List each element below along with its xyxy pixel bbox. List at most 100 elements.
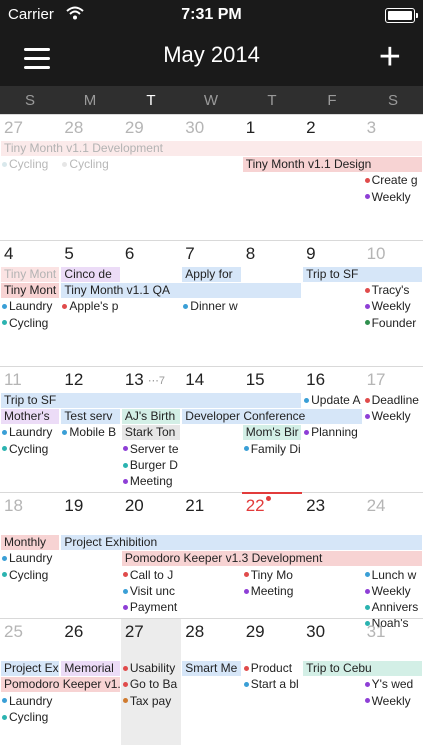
timed-event[interactable]: Weekly <box>363 584 422 599</box>
day-number[interactable]: 21 <box>185 496 204 516</box>
timed-event[interactable]: Product <box>242 661 301 676</box>
timed-event[interactable]: Cycling <box>0 710 59 725</box>
day-number[interactable]: 30 <box>185 118 204 138</box>
timed-event[interactable]: Laundry <box>0 551 59 566</box>
timed-event[interactable]: Server te <box>121 442 180 457</box>
event-bar[interactable]: Tiny Month v1.1 QA <box>61 283 302 299</box>
timed-event[interactable]: Cycling <box>0 157 59 172</box>
timed-event[interactable]: Deadline <box>363 393 422 408</box>
timed-event[interactable]: Founder <box>363 316 422 331</box>
day-number[interactable]: 4 <box>4 244 13 264</box>
event-bar[interactable]: Developer Conference <box>182 409 362 425</box>
day-number[interactable]: 11 <box>4 370 22 390</box>
day-number[interactable]: 13 <box>125 370 144 390</box>
timed-event[interactable]: Laundry <box>0 694 59 709</box>
event-bar[interactable]: Tiny Month v1.1 Development <box>1 141 422 156</box>
timed-event[interactable]: Update A <box>302 393 361 408</box>
timed-event[interactable]: Weekly <box>363 299 422 314</box>
timed-event[interactable]: Create g <box>363 173 422 188</box>
timed-event[interactable]: Planning <box>302 425 361 440</box>
day-number[interactable]: 29 <box>125 118 144 138</box>
timed-event[interactable]: Meeting <box>242 584 301 599</box>
timed-event[interactable]: Weekly <box>363 409 422 424</box>
timed-event[interactable]: Annivers <box>363 600 422 615</box>
event-bar[interactable]: Smart Me <box>182 661 241 677</box>
day-number[interactable]: 28 <box>64 118 83 138</box>
event-bar[interactable]: Monthly <box>1 535 60 551</box>
timed-event[interactable]: Laundry <box>0 425 59 440</box>
day-number[interactable]: 30 <box>306 622 325 642</box>
timed-event[interactable]: Go to Ba <box>121 677 180 692</box>
timed-event[interactable]: Tiny Mo <box>242 568 301 583</box>
day-number[interactable]: 9 <box>306 244 315 264</box>
event-bar[interactable]: Test serv <box>61 409 120 425</box>
day-number[interactable]: 25 <box>4 622 23 642</box>
day-number[interactable]: 18 <box>4 496 23 516</box>
month-title[interactable]: May 2014 <box>0 42 423 68</box>
timed-event[interactable]: Start a bl <box>242 677 301 692</box>
day-number[interactable]: 5 <box>64 244 73 264</box>
timed-event[interactable]: Payment <box>121 600 180 615</box>
timed-event[interactable]: Apple's p <box>60 299 119 314</box>
event-bar[interactable]: Apply for <box>182 267 241 282</box>
event-bar[interactable]: Mom's Bir <box>242 425 302 441</box>
timed-event[interactable]: Weekly <box>363 190 422 205</box>
timed-event[interactable]: Lunch w <box>363 568 422 583</box>
more-events-indicator[interactable]: ⋯7 <box>148 374 165 387</box>
event-bar[interactable]: Pomodoro Keeper v1. <box>1 677 120 693</box>
event-bar[interactable]: Trip to Cebu <box>303 661 422 677</box>
timed-event[interactable]: Cycling <box>0 568 59 583</box>
timed-event[interactable]: Visit unc <box>121 584 180 599</box>
event-bar[interactable]: Stark Ton <box>121 425 181 441</box>
day-number[interactable]: 27 <box>4 118 23 138</box>
day-number[interactable]: 2 <box>306 118 315 138</box>
timed-event[interactable]: Y's wed <box>363 677 422 692</box>
timed-event[interactable]: Family Di <box>242 442 301 457</box>
timed-event[interactable]: Call to J <box>121 568 180 583</box>
day-number[interactable]: 3 <box>367 118 376 138</box>
day-number[interactable]: 7 <box>185 244 194 264</box>
day-number[interactable]: 14 <box>185 370 204 390</box>
day-number[interactable]: 1 <box>246 118 255 138</box>
day-number[interactable]: 31 <box>367 622 386 642</box>
day-number[interactable]: 16 <box>306 370 325 390</box>
day-number[interactable]: 17 <box>367 370 386 390</box>
event-bar[interactable]: Trip to SF <box>1 393 302 408</box>
timed-event[interactable]: Cycling <box>0 316 59 331</box>
day-number[interactable]: 20 <box>125 496 144 516</box>
timed-event[interactable]: Usability <box>121 661 180 676</box>
timed-event[interactable]: Cycling <box>0 442 59 457</box>
event-bar[interactable]: Tiny Mont <box>1 267 60 282</box>
timed-event[interactable]: Weekly <box>363 694 422 709</box>
day-number[interactable]: 22 <box>246 496 265 516</box>
timed-event[interactable]: Meeting <box>121 474 180 489</box>
event-bar[interactable]: Mother's <box>1 409 60 425</box>
day-number[interactable]: 24 <box>367 496 386 516</box>
day-number[interactable]: 12 <box>64 370 83 390</box>
timed-event[interactable]: Mobile B <box>60 425 119 440</box>
day-number[interactable]: 10 <box>367 244 386 264</box>
event-bar[interactable]: Project Exhibition <box>61 535 422 551</box>
day-number[interactable]: 26 <box>64 622 83 642</box>
event-bar[interactable]: Cinco de <box>61 267 120 282</box>
event-bar[interactable]: Tiny Month v1.1 Design <box>242 157 422 173</box>
timed-event[interactable]: Burger D <box>121 458 180 473</box>
day-number[interactable]: 28 <box>185 622 204 642</box>
event-bar[interactable]: Trip to SF <box>303 267 422 282</box>
day-number[interactable]: 6 <box>125 244 134 264</box>
day-number[interactable]: 19 <box>64 496 83 516</box>
timed-event[interactable]: Tracy's <box>363 283 422 298</box>
timed-event[interactable]: Laundry <box>0 299 59 314</box>
timed-event[interactable]: Dinner w <box>181 299 240 314</box>
day-number[interactable]: 8 <box>246 244 255 264</box>
event-bar[interactable]: AJ's Birth <box>121 409 181 425</box>
event-bar[interactable]: Memorial <box>61 661 120 677</box>
event-bar[interactable]: Tiny Mont <box>1 283 60 299</box>
timed-event[interactable]: Cycling <box>60 157 119 172</box>
day-number[interactable]: 15 <box>246 370 265 390</box>
plus-icon[interactable]: + <box>379 38 401 76</box>
day-number[interactable]: 27 <box>125 622 144 642</box>
timed-event[interactable]: Tax pay <box>121 694 180 709</box>
event-bar[interactable]: Project Ex <box>1 661 60 677</box>
event-bar[interactable]: Pomodoro Keeper v1.3 Development <box>121 551 422 567</box>
